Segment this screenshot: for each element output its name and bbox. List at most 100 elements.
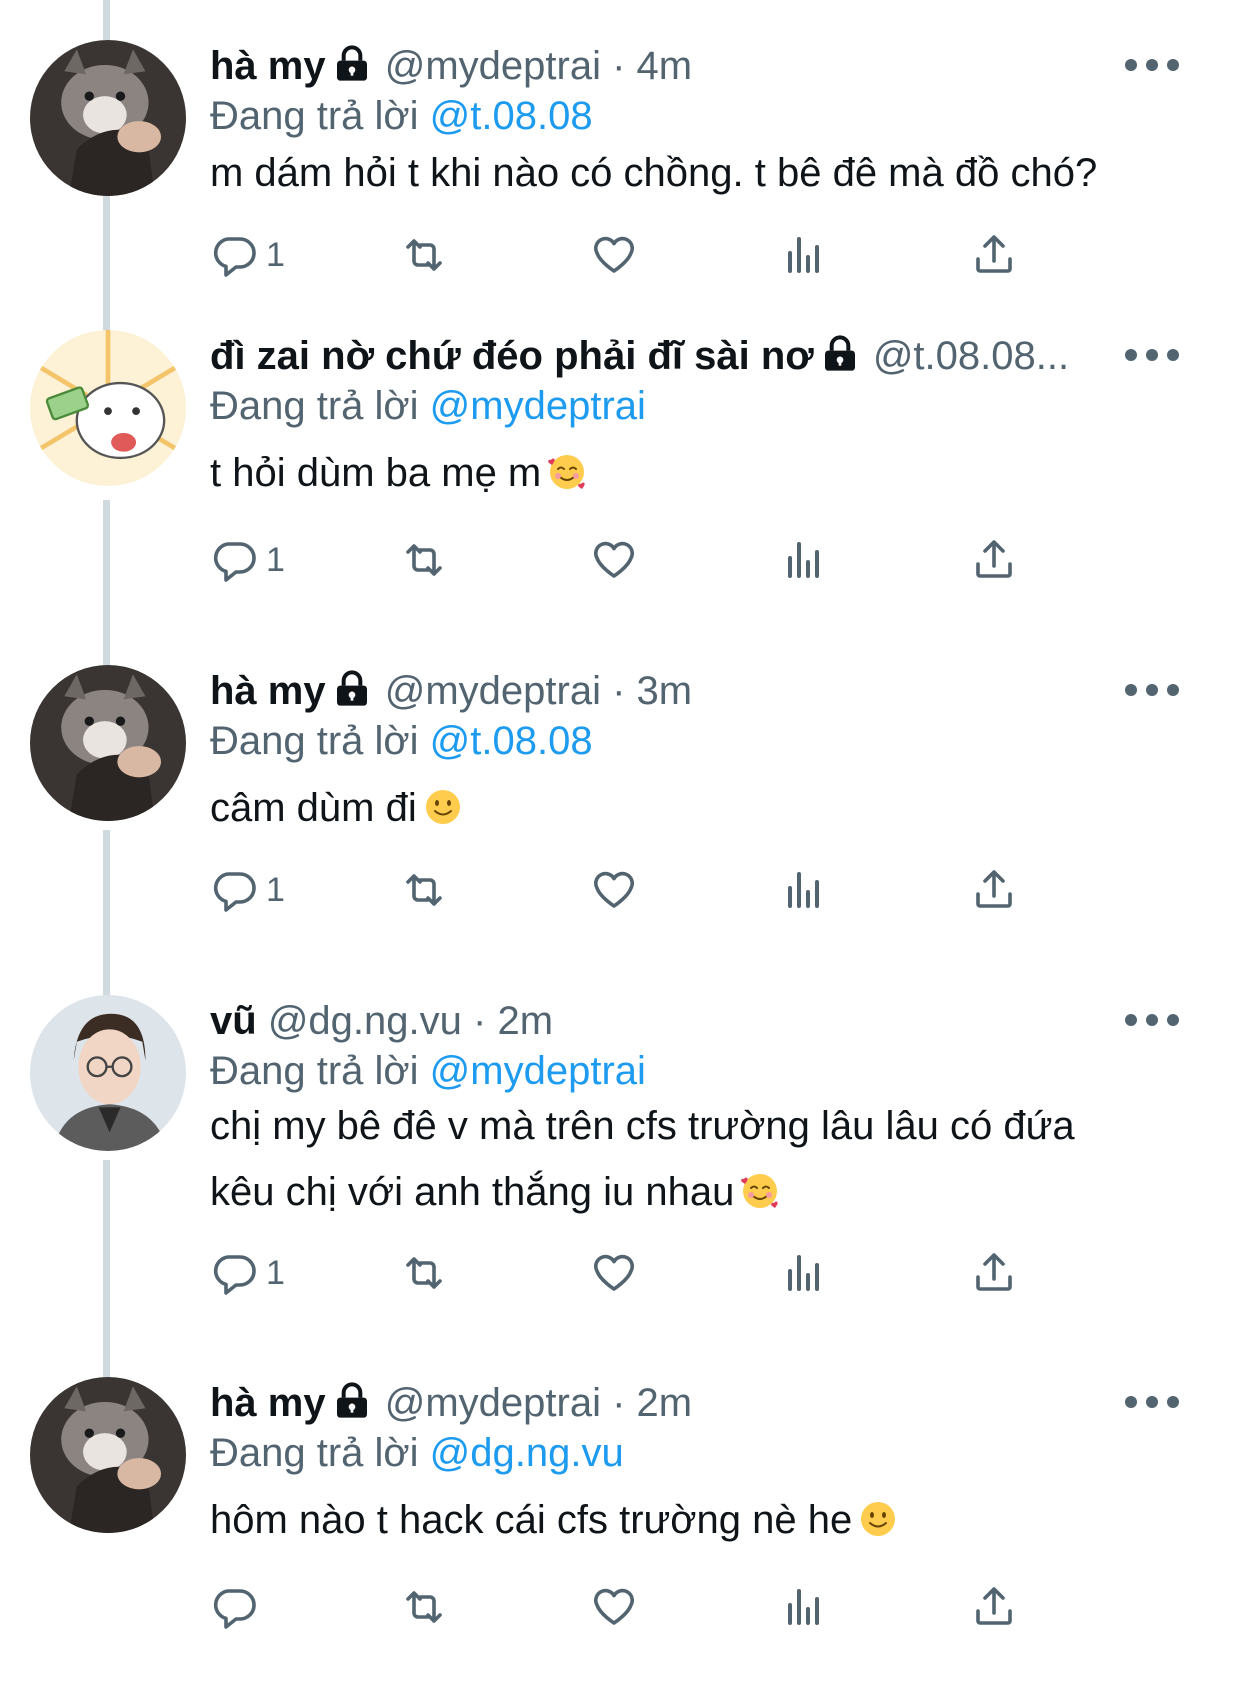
retweet-button[interactable]	[400, 225, 448, 285]
tweet-text: câm dùm đi	[210, 775, 1200, 841]
user-handle[interactable]: @mydeptrai	[385, 669, 601, 713]
share-button[interactable]	[970, 1243, 1018, 1303]
more-options-icon[interactable]	[1122, 50, 1182, 80]
reply-button[interactable]: 1	[210, 225, 285, 285]
replying-to: Đang trả lời @t.08.08	[210, 90, 593, 142]
reply-button[interactable]: 1	[210, 860, 285, 920]
retweet-button[interactable]	[400, 1577, 448, 1637]
timestamp[interactable]: 2m	[637, 1381, 693, 1425]
like-button[interactable]	[590, 860, 638, 920]
more-options-icon[interactable]	[1122, 340, 1182, 370]
tweet-header: hà my @mydeptrai · 3m	[210, 665, 1132, 717]
views-button[interactable]	[780, 1243, 828, 1303]
retweet-button[interactable]	[400, 860, 448, 920]
like-button[interactable]	[590, 225, 638, 285]
share-button[interactable]	[970, 860, 1018, 920]
reply-count: 1	[266, 1253, 285, 1292]
reply-button[interactable]: 1	[210, 1243, 285, 1303]
views-button[interactable]	[780, 225, 828, 285]
like-button[interactable]	[590, 530, 638, 590]
replying-to: Đang trả lời @dg.ng.vu	[210, 1427, 624, 1479]
heart-icon	[594, 541, 634, 578]
share-icon	[976, 1587, 1012, 1625]
retweet-icon	[406, 874, 442, 906]
tweet-text-line: câm dùm đi	[210, 786, 417, 830]
tweet-text-line: t hỏi dùm ba mẹ m	[210, 451, 542, 495]
replying-to: Đang trả lời @t.08.08	[210, 715, 593, 767]
reply-icon	[213, 872, 256, 912]
analytics-icon	[788, 542, 819, 578]
user-handle[interactable]: @dg.ng.vu	[268, 999, 462, 1043]
reply-icon	[213, 1589, 256, 1629]
tweet-header: đì zai nờ chứ đéo phải đĩ sài nơ @t.08.0…	[210, 330, 1132, 382]
views-button[interactable]	[780, 530, 828, 590]
display-name[interactable]: hà my	[210, 1381, 326, 1425]
avatar[interactable]	[30, 40, 186, 196]
display-name[interactable]: hà my	[210, 669, 326, 713]
mention-link[interactable]: @t.08.08	[430, 719, 593, 763]
display-name[interactable]: hà my	[210, 44, 326, 88]
views-button[interactable]	[780, 860, 828, 920]
analytics-icon	[788, 872, 819, 908]
lock-icon	[332, 1381, 372, 1421]
user-handle[interactable]: @mydeptrai	[385, 1381, 601, 1425]
more-options-icon[interactable]	[1122, 675, 1182, 705]
views-button[interactable]	[780, 1577, 828, 1637]
reply-count: 1	[266, 540, 285, 579]
lock-icon	[332, 669, 372, 709]
tweet-header: hà my @mydeptrai · 2m	[210, 1377, 1132, 1429]
mention-link[interactable]: @mydeptrai	[430, 1049, 646, 1093]
separator-dot: ·	[473, 999, 487, 1043]
reply-icon	[213, 237, 256, 277]
tweet[interactable]: đì zai nờ chứ đéo phải đĩ sài nơ @t.08.0…	[0, 330, 1242, 630]
tweet[interactable]: hà my @mydeptrai · 3m Đang trả lời @t.08…	[0, 665, 1242, 965]
share-icon	[976, 870, 1012, 908]
mention-link[interactable]: @dg.ng.vu	[430, 1431, 624, 1475]
separator-dot: ·	[612, 44, 626, 88]
more-options-icon[interactable]	[1122, 1005, 1182, 1035]
separator-dot: ·	[612, 1381, 626, 1425]
retweet-button[interactable]	[400, 1243, 448, 1303]
like-button[interactable]	[590, 1577, 638, 1637]
tweet-header: vũ @dg.ng.vu · 2m	[210, 995, 1132, 1047]
user-handle[interactable]: @mydeptrai	[385, 44, 601, 88]
avatar[interactable]	[30, 995, 186, 1151]
avatar[interactable]	[30, 1377, 186, 1533]
replying-to-label: Đang trả lời	[210, 1431, 419, 1475]
retweet-icon	[406, 239, 442, 271]
like-button[interactable]	[590, 1243, 638, 1303]
tweet[interactable]: hà my @mydeptrai · 4m Đang trả lời @t.08…	[0, 40, 1242, 340]
share-button[interactable]	[970, 225, 1018, 285]
display-name[interactable]: đì zai nờ chứ đéo phải đĩ sài nơ	[210, 334, 814, 378]
display-name[interactable]: vũ	[210, 999, 257, 1043]
lock-icon	[332, 44, 372, 84]
retweet-button[interactable]	[400, 530, 448, 590]
reply-icon	[213, 1255, 256, 1295]
timestamp[interactable]: 3m	[637, 669, 693, 713]
slightly-smiling-face-icon	[423, 781, 463, 824]
reply-button[interactable]: 1	[210, 530, 285, 590]
smiling-face-with-hearts-icon	[740, 1165, 780, 1208]
action-bar: 1	[210, 860, 1110, 920]
timestamp[interactable]: 2m	[497, 999, 553, 1043]
timestamp[interactable]: 4m	[637, 44, 693, 88]
avatar[interactable]	[30, 330, 186, 486]
tweet-text: m dám hỏi t khi nào có chồng. t bê đê mà…	[210, 140, 1200, 206]
avatar[interactable]	[30, 665, 186, 821]
more-options-icon[interactable]	[1122, 1387, 1182, 1417]
tweet[interactable]: hà my @mydeptrai · 2m Đang trả lời @dg.n…	[0, 1377, 1242, 1687]
reply-button[interactable]	[210, 1577, 266, 1637]
replying-to: Đang trả lời @mydeptrai	[210, 380, 646, 432]
reply-icon	[213, 542, 256, 582]
tweet-text: t hỏi dùm ba mẹ m	[210, 440, 1200, 506]
replying-to-label: Đang trả lời	[210, 384, 419, 428]
share-button[interactable]	[970, 530, 1018, 590]
retweet-icon	[406, 544, 442, 576]
replying-to-label: Đang trả lời	[210, 1049, 419, 1093]
mention-link[interactable]: @t.08.08	[430, 94, 593, 138]
share-icon	[976, 540, 1012, 578]
tweet[interactable]: vũ @dg.ng.vu · 2m Đang trả lời @mydeptra…	[0, 995, 1242, 1355]
share-button[interactable]	[970, 1577, 1018, 1637]
user-handle[interactable]: @t.08.08...	[873, 334, 1069, 378]
mention-link[interactable]: @mydeptrai	[430, 384, 646, 428]
